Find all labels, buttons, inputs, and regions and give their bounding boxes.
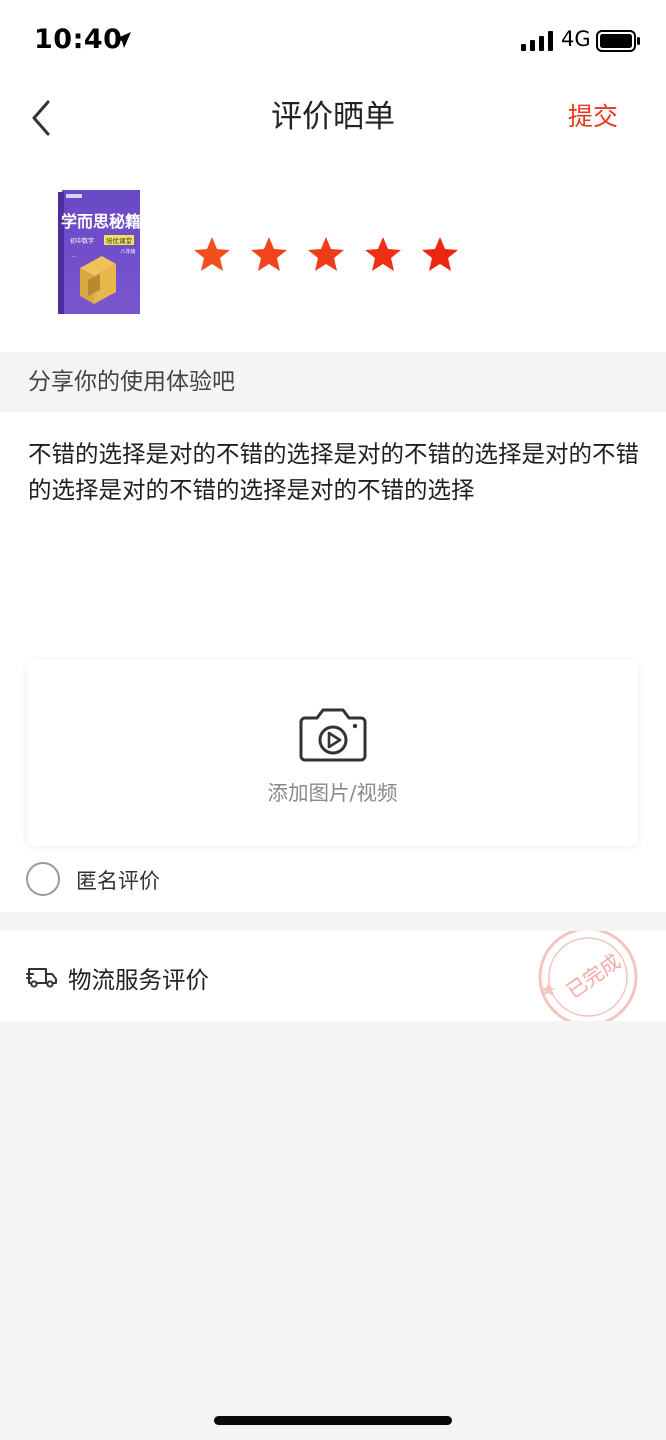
star-icon[interactable] [420, 234, 460, 274]
cover-badge-text: 培优课堂 [106, 236, 133, 245]
camera-video-icon [299, 708, 367, 762]
star-icon[interactable] [249, 234, 289, 274]
star-icon[interactable] [363, 234, 403, 274]
logistics-label: 物流服务评价 [68, 966, 209, 994]
home-indicator [214, 1416, 452, 1425]
completed-stamp: 已完成 [538, 931, 638, 1021]
truck-icon [26, 968, 57, 988]
battery-icon [596, 30, 640, 52]
anonymous-label: 匿名评价 [76, 869, 160, 893]
star-icon[interactable] [192, 234, 232, 274]
review-text-input[interactable]: 不错的选择是对的不错的选择是对的不错的选择是对的不错的选择是对的不错的选择是对的… [28, 436, 644, 508]
star-icon[interactable] [306, 234, 346, 274]
svg-text:—: — [72, 254, 76, 259]
review-prompt: 分享你的使用体验吧 [28, 369, 235, 395]
review-prompt-section: 分享你的使用体验吧 [0, 352, 666, 412]
anonymous-radio[interactable] [26, 862, 60, 896]
network-type: 4G [561, 27, 591, 51]
page-title: 评价晒单 [271, 99, 395, 135]
review-section: 不错的选择是对的不错的选择是对的不错的选择是对的不错的选择是对的不错的选择是对的… [0, 412, 666, 912]
cellular-signal-icon [521, 31, 553, 51]
location-arrow-icon [115, 32, 131, 48]
cover-grade-text: 八年级 [120, 248, 135, 255]
status-time: 10:40 [34, 24, 123, 55]
status-bar: 10:40 4G [0, 0, 666, 80]
cover-brand-text: 学而思秘籍 [61, 212, 141, 231]
logistics-review-row[interactable]: 物流服务评价 已完成 [0, 931, 666, 1021]
cover-subtitle-text: 初中数学 [70, 237, 94, 245]
stamp-text: 已完成 [562, 949, 625, 1003]
submit-button[interactable]: 提交 [568, 100, 618, 134]
product-image[interactable]: 学而思秘籍 初中数学 培优课堂 八年级 — [58, 190, 142, 316]
add-media-button[interactable]: 添加图片/视频 [27, 660, 638, 846]
add-media-label: 添加图片/视频 [267, 781, 398, 805]
